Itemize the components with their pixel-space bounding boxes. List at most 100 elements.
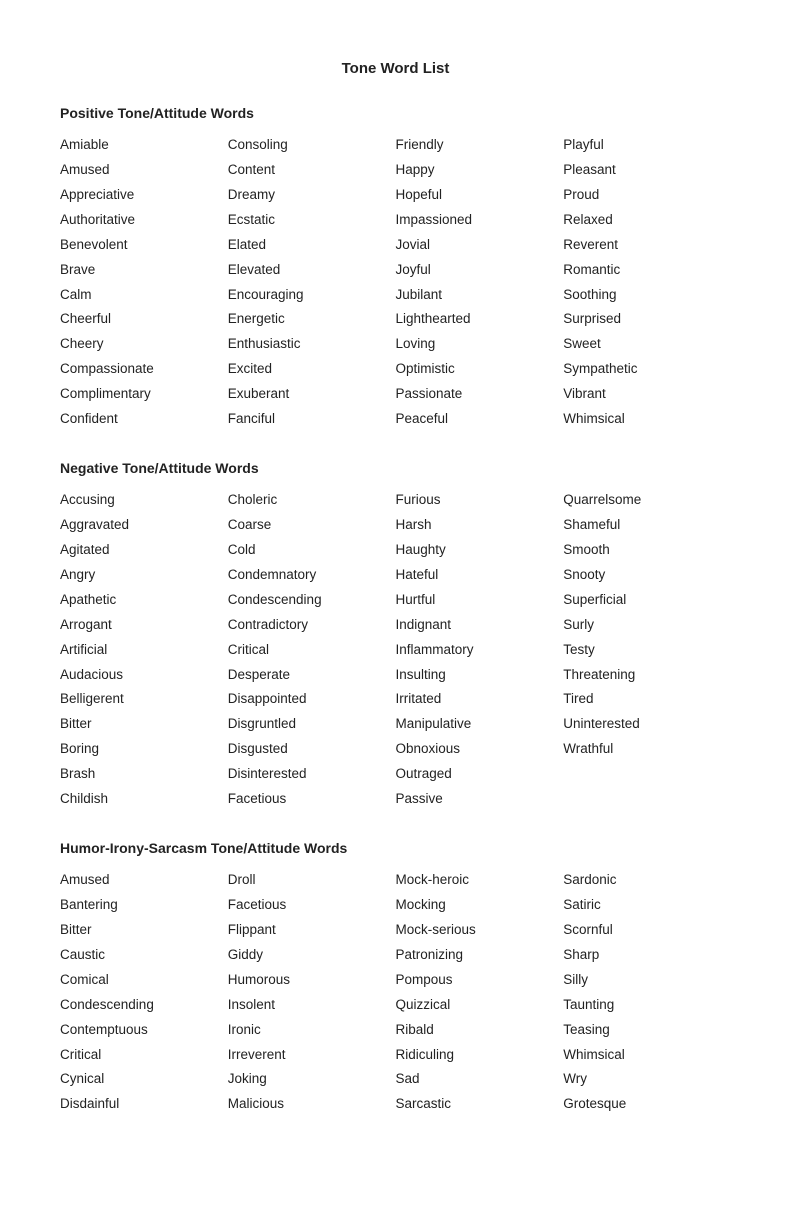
word-item: Disgusted bbox=[228, 739, 396, 760]
word-item: Exuberant bbox=[228, 384, 396, 405]
word-item: Taunting bbox=[563, 995, 731, 1016]
section-heading-humor: Humor-Irony-Sarcasm Tone/Attitude Words bbox=[60, 840, 731, 856]
word-item: Coarse bbox=[228, 515, 396, 536]
word-item: Mock-heroic bbox=[396, 870, 564, 891]
word-item: Uninterested bbox=[563, 714, 731, 735]
word-item: Contemptuous bbox=[60, 1020, 228, 1041]
word-item: Manipulative bbox=[396, 714, 564, 735]
word-item: Ecstatic bbox=[228, 210, 396, 231]
word-item: Sardonic bbox=[563, 870, 731, 891]
word-item: Brash bbox=[60, 764, 228, 785]
word-item: Bitter bbox=[60, 920, 228, 941]
word-item: Mock-serious bbox=[396, 920, 564, 941]
word-item: Flippant bbox=[228, 920, 396, 941]
word-item: Boring bbox=[60, 739, 228, 760]
word-item: Inflammatory bbox=[396, 640, 564, 661]
word-item: Soothing bbox=[563, 285, 731, 306]
word-item: Authoritative bbox=[60, 210, 228, 231]
word-item: Fanciful bbox=[228, 409, 396, 430]
word-item: Ribald bbox=[396, 1020, 564, 1041]
word-item: Cold bbox=[228, 540, 396, 561]
word-item: Jovial bbox=[396, 235, 564, 256]
word-item: Artificial bbox=[60, 640, 228, 661]
word-item: Critical bbox=[60, 1045, 228, 1066]
word-item: Hopeful bbox=[396, 185, 564, 206]
word-item: Quarrelsome bbox=[563, 490, 731, 511]
word-item: Reverent bbox=[563, 235, 731, 256]
word-item: Passive bbox=[396, 789, 564, 810]
word-item: Content bbox=[228, 160, 396, 181]
word-item: Loving bbox=[396, 334, 564, 355]
word-item: Cynical bbox=[60, 1069, 228, 1090]
word-item: Facetious bbox=[228, 895, 396, 916]
word-item: Dreamy bbox=[228, 185, 396, 206]
section-negative: Negative Tone/Attitude Words AccusingChol… bbox=[60, 460, 731, 810]
word-item: Friendly bbox=[396, 135, 564, 156]
word-item: Joyful bbox=[396, 260, 564, 281]
word-grid-humor: AmusedDrollMock-heroicSardonicBanteringF… bbox=[60, 870, 731, 1115]
word-item: Facetious bbox=[228, 789, 396, 810]
word-grid-negative: AccusingCholericFuriousQuarrelsomeAggrav… bbox=[60, 490, 731, 810]
word-item: Amused bbox=[60, 870, 228, 891]
word-item: Accusing bbox=[60, 490, 228, 511]
word-item: Vibrant bbox=[563, 384, 731, 405]
word-grid-positive: AmiableConsolingFriendlyPlayfulAmusedCon… bbox=[60, 135, 731, 430]
word-item: Childish bbox=[60, 789, 228, 810]
word-item bbox=[563, 789, 731, 810]
word-item: Wrathful bbox=[563, 739, 731, 760]
word-item: Sympathetic bbox=[563, 359, 731, 380]
word-item: Harsh bbox=[396, 515, 564, 536]
word-item: Giddy bbox=[228, 945, 396, 966]
word-item: Jubilant bbox=[396, 285, 564, 306]
word-item: Angry bbox=[60, 565, 228, 586]
word-item: Ridiculing bbox=[396, 1045, 564, 1066]
word-item: Insolent bbox=[228, 995, 396, 1016]
word-item: Disdainful bbox=[60, 1094, 228, 1115]
section-positive: Positive Tone/Attitude Words AmiableConso… bbox=[60, 105, 731, 430]
word-item: Brave bbox=[60, 260, 228, 281]
word-item: Passionate bbox=[396, 384, 564, 405]
word-item: Whimsical bbox=[563, 1045, 731, 1066]
word-item: Disinterested bbox=[228, 764, 396, 785]
word-item: Energetic bbox=[228, 309, 396, 330]
word-item: Sad bbox=[396, 1069, 564, 1090]
word-item: Shameful bbox=[563, 515, 731, 536]
word-item: Hateful bbox=[396, 565, 564, 586]
word-item: Belligerent bbox=[60, 689, 228, 710]
word-item: Teasing bbox=[563, 1020, 731, 1041]
word-item: Irreverent bbox=[228, 1045, 396, 1066]
word-item: Playful bbox=[563, 135, 731, 156]
word-item: Choleric bbox=[228, 490, 396, 511]
word-item: Romantic bbox=[563, 260, 731, 281]
word-item bbox=[563, 764, 731, 785]
word-item: Ironic bbox=[228, 1020, 396, 1041]
word-item: Enthusiastic bbox=[228, 334, 396, 355]
word-item: Sarcastic bbox=[396, 1094, 564, 1115]
word-item: Peaceful bbox=[396, 409, 564, 430]
word-item: Sweet bbox=[563, 334, 731, 355]
word-item: Silly bbox=[563, 970, 731, 991]
section-heading-positive: Positive Tone/Attitude Words bbox=[60, 105, 731, 121]
word-item: Scornful bbox=[563, 920, 731, 941]
word-item: Impassioned bbox=[396, 210, 564, 231]
word-item: Pompous bbox=[396, 970, 564, 991]
word-item: Condescending bbox=[228, 590, 396, 611]
word-item: Surprised bbox=[563, 309, 731, 330]
word-item: Surly bbox=[563, 615, 731, 636]
word-item: Excited bbox=[228, 359, 396, 380]
word-item: Superficial bbox=[563, 590, 731, 611]
word-item: Agitated bbox=[60, 540, 228, 561]
word-item: Humorous bbox=[228, 970, 396, 991]
word-item: Bantering bbox=[60, 895, 228, 916]
word-item: Joking bbox=[228, 1069, 396, 1090]
word-item: Optimistic bbox=[396, 359, 564, 380]
word-item: Smooth bbox=[563, 540, 731, 561]
word-item: Sharp bbox=[563, 945, 731, 966]
word-item: Consoling bbox=[228, 135, 396, 156]
word-item: Bitter bbox=[60, 714, 228, 735]
word-item: Condemnatory bbox=[228, 565, 396, 586]
section-heading-negative: Negative Tone/Attitude Words bbox=[60, 460, 731, 476]
word-item: Condescending bbox=[60, 995, 228, 1016]
word-item: Critical bbox=[228, 640, 396, 661]
section-humor: Humor-Irony-Sarcasm Tone/Attitude Words A… bbox=[60, 840, 731, 1115]
